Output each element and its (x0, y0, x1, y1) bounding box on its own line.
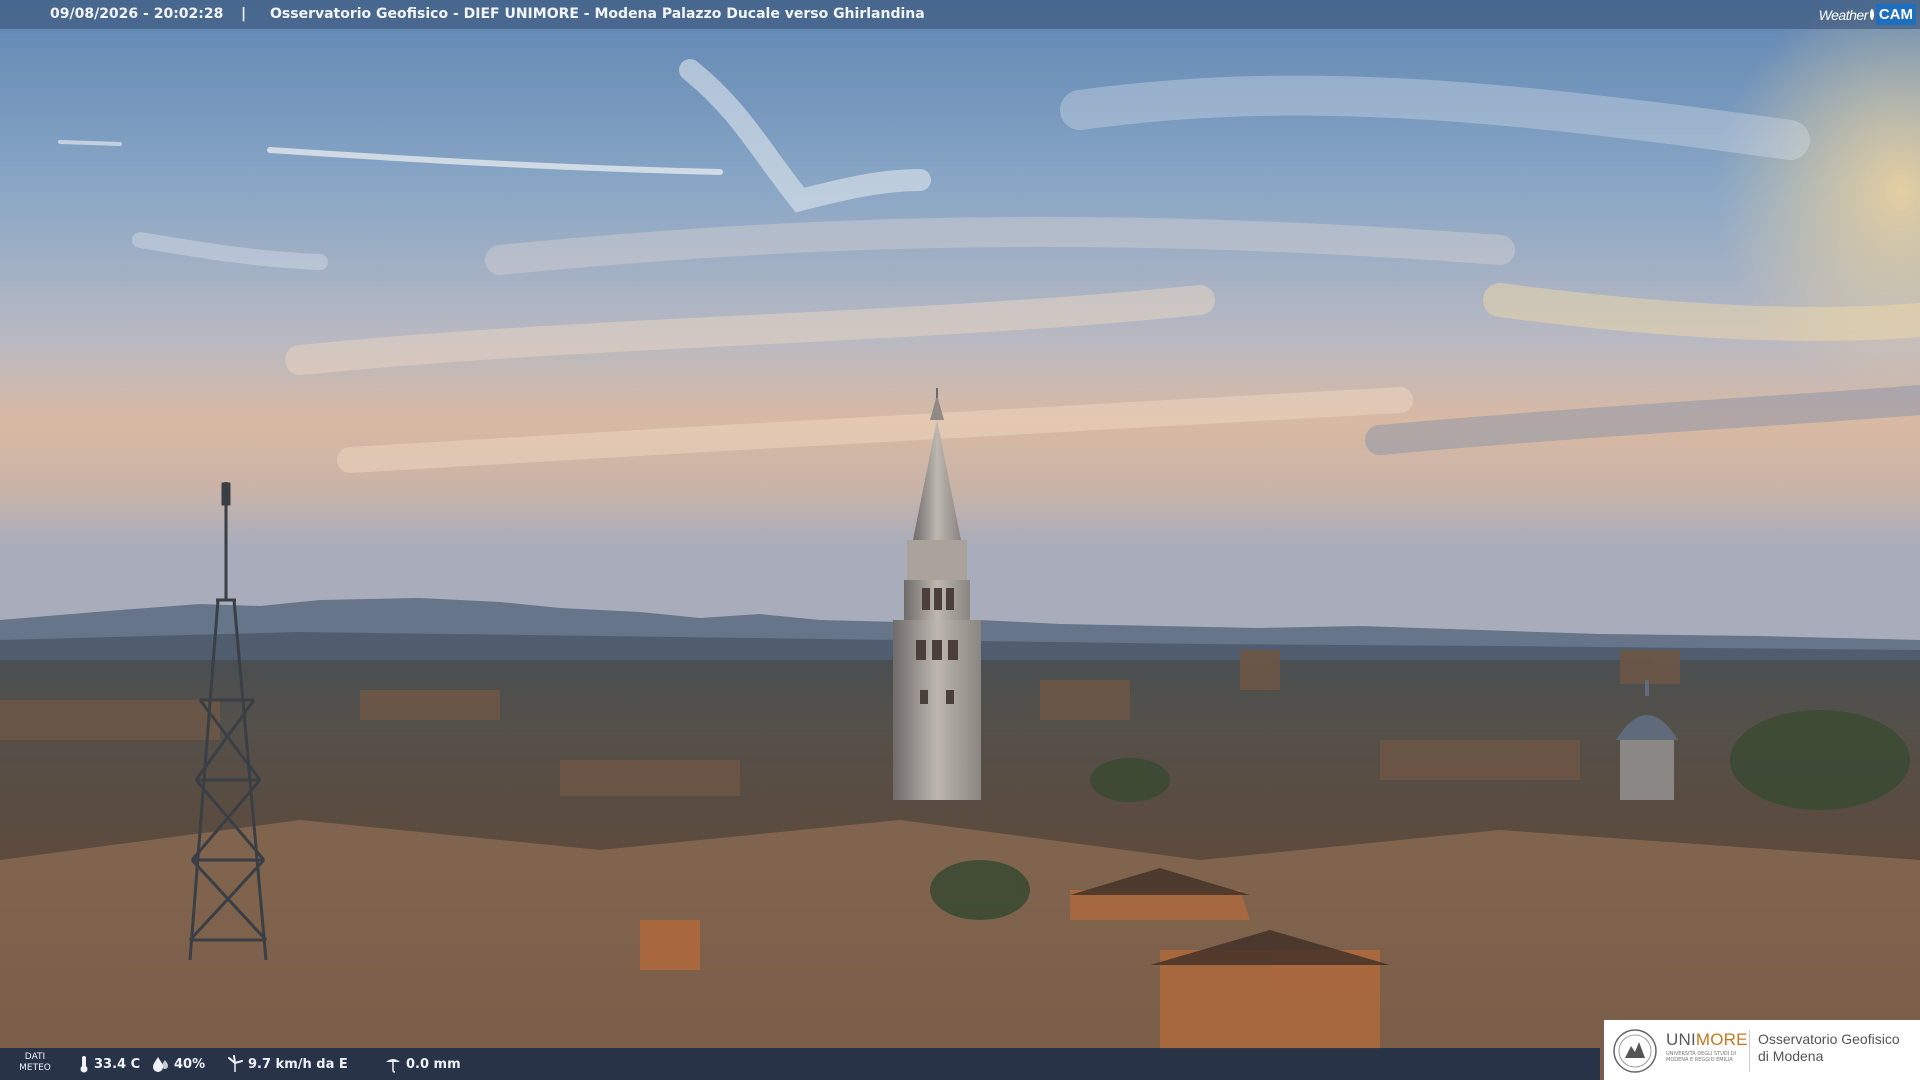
humidity-value: 40% (174, 1056, 206, 1072)
rain-readout: 0.0 mm (384, 1048, 461, 1080)
wind-value: 9.7 km/h da E (248, 1056, 348, 1072)
humidity-readout: 40% (152, 1048, 205, 1080)
weathercam-dot-icon (1869, 9, 1874, 20)
humidity-drop-icon (153, 1057, 168, 1072)
dati-meteo-label: DATI METEO (19, 1052, 51, 1073)
location-title: Osservatorio Geofisico - DIEF UNIMORE - … (270, 6, 925, 22)
observatory-name: Osservatorio Geofisico di Modena (1758, 1031, 1900, 1064)
logo-divider (1749, 1030, 1750, 1072)
unimore-logo-panel: UNIMORE UNIVERSITÀ DEGLI STUDI DI MODENA… (1604, 1020, 1920, 1080)
caption-bar: 09/08/2026 - 20:02:28 | Osservatorio Geo… (0, 0, 1920, 29)
unimore-wordmark: UNIMORE (1666, 1030, 1748, 1049)
weathercam-logo-cam: CAM (1875, 4, 1916, 25)
rain-gauge-icon (386, 1059, 400, 1073)
caption-separator: | (241, 6, 247, 22)
unimore-seal-icon (1613, 1029, 1657, 1073)
temperature-value: 33.4 C (94, 1056, 141, 1072)
thermometer-icon (80, 1056, 88, 1073)
timestamp: 09/08/2026 - 20:02:28 (50, 6, 224, 22)
weathercam-logo: Weather CAM (1818, 0, 1920, 29)
temperature-readout: 33.4 C (78, 1048, 140, 1080)
weather-data-bar: DATI METEO 33.4 C 40% 9.7 km/h da E 0.0 … (0, 1048, 1600, 1080)
unimore-subtitle: UNIVERSITÀ DEGLI STUDI DI MODENA E REGGI… (1666, 1051, 1737, 1063)
rain-value: 0.0 mm (406, 1056, 461, 1072)
webcam-photo (0, 0, 1920, 1080)
wind-turbine-icon (228, 1055, 243, 1072)
wind-readout: 9.7 km/h da E (226, 1048, 348, 1080)
weathercam-logo-weather: Weather (1818, 6, 1869, 23)
